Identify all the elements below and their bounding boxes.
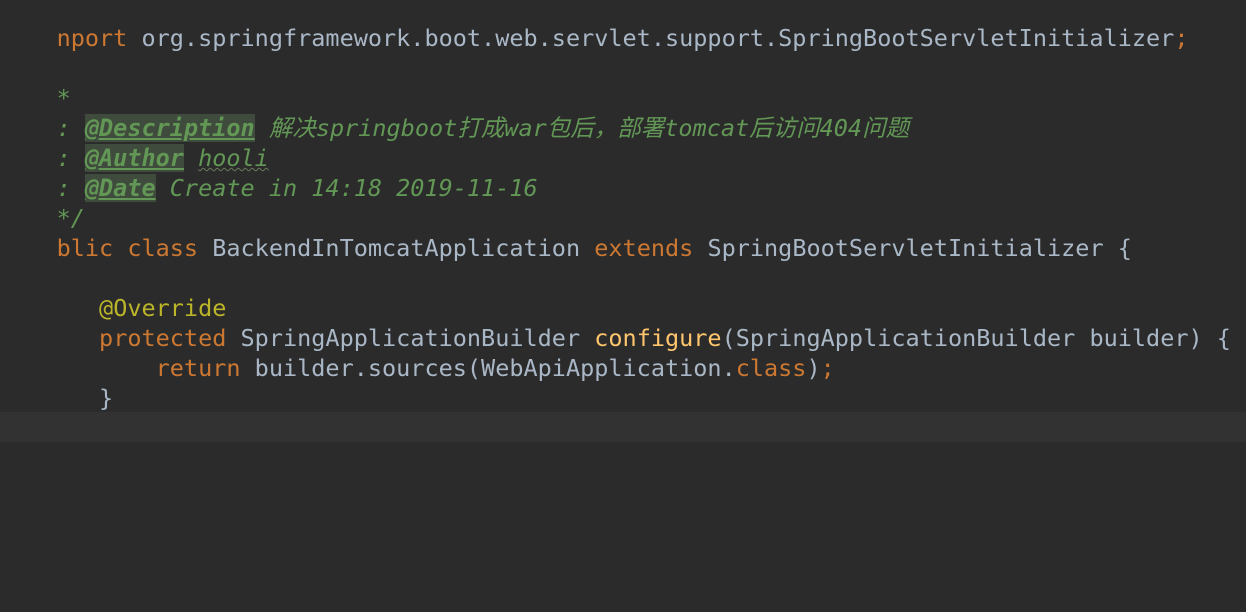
class-literal-keyword: class [735,354,807,382]
public-keyword: blic [56,234,114,262]
date-tag: @Date [84,174,156,202]
superclass-name: SpringBootServletInitializer { [693,234,1132,262]
code-line-override[interactable]: @Override [0,263,226,322]
code-editor[interactable]: nport org.springframework.boot.web.servl… [0,0,1246,612]
class-name: BackendInTomcatApplication [198,234,595,262]
description-text: 解决springboot打成war包后，部署tomcat后访问404问题 [254,114,910,142]
method-closing-brace: } [56,384,114,412]
extends-keyword: extends [594,234,694,262]
import-keyword: nport [56,24,128,52]
return-keyword: return [155,354,241,382]
code-line-doc-close[interactable]: */ [0,173,85,232]
import-semicolon: ; [1174,24,1189,52]
code-line-date[interactable]: : @Date Create in 14:18 2019-11-16 [0,143,538,202]
code-line-closing-brace[interactable]: } [0,353,113,412]
return-expression: builder.sources(WebApiApplication. [240,354,736,382]
import-path: org.springframework.boot.web.servlet.sup… [127,24,1175,52]
code-line-return[interactable]: return builder.sources(WebApiApplication… [0,323,835,382]
code-line-method-signature[interactable]: protected SpringApplicationBuilder confi… [0,293,1231,352]
close-paren: ) [806,354,821,382]
statement-semicolon: ; [820,354,835,382]
code-line-doc-open[interactable]: * [0,53,71,112]
current-line-highlight [0,412,1246,442]
date-text: Create in 14:18 2019-11-16 [155,174,538,202]
class-keyword: class [127,234,199,262]
code-line-description[interactable]: : @Description 解决springboot打成war包后，部署tom… [0,83,909,142]
code-line-import[interactable]: nport org.springframework.boot.web.servl… [0,0,1189,52]
code-line-author[interactable]: : @Author hooli [0,113,269,172]
code-line-class-declaration[interactable]: blic class BackendInTomcatApplication ex… [0,203,1132,262]
